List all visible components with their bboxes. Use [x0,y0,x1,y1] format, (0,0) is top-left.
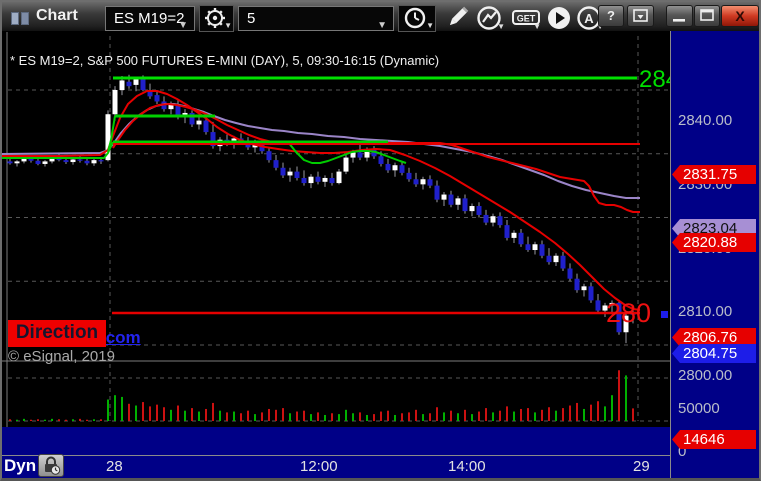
interval-dropdown[interactable]: 5 ▼ [238,6,394,31]
price-tag-red: 14646 [672,430,756,449]
price-axis-label: 2800.00 [678,367,733,384]
popout-button[interactable] [627,5,654,27]
time-axis[interactable]: Dyn 28 12:00 14:00 29 [2,427,670,478]
symbol-dropdown[interactable]: ES M19=2 ▼ [105,6,195,31]
settings-button[interactable]: ▼ [199,5,234,32]
time-axis-label: 28 [106,458,123,475]
line-tools-button[interactable]: ▼ [474,5,506,32]
price-axis-label: 2840.00 [678,112,733,129]
minimize-icon [673,19,685,22]
chevron-down-icon: ▼ [426,21,434,30]
chevron-down-icon: ▼ [497,22,505,31]
pencil-icon [449,6,469,26]
chart-plot-area[interactable] [2,31,670,427]
price-tag-red: 2820.88 [672,233,756,252]
draw-button[interactable] [442,5,472,32]
title-bar[interactable]: Chart ES M19=2 ▼ ▼ 5 ▼ ▼ ▼ GET ▼ A ? X [2,2,759,32]
window-title: Chart [36,7,78,24]
svg-text:A: A [584,11,594,26]
price-tag-blue: 2804.75 [672,344,756,363]
interval-value: 5 [247,10,256,27]
maximize-icon [700,9,714,21]
play-button[interactable] [545,5,573,32]
play-icon [548,7,570,29]
lock-clock-icon [45,456,61,475]
price-axis[interactable]: 2840.002830.002820.002810.002800.0050000… [670,31,759,478]
chart-window: Chart ES M19=2 ▼ ▼ 5 ▼ ▼ ▼ GET ▼ A ? X *… [0,0,761,481]
dyn-label: Dyn [4,456,37,475]
maximize-button[interactable] [694,5,720,27]
copyright-label: © eSignal, 2019 [8,348,115,365]
direction-label: Direction [8,320,106,347]
get-button[interactable]: GET ▼ [510,5,542,32]
close-button[interactable]: X [721,5,759,27]
chart-header-line: * ES M19=2, S&P 500 FUTURES E-MINI (DAY)… [10,53,440,68]
time-axis-label: 12:00 [300,458,338,475]
time-template-button[interactable]: ▼ [398,5,436,32]
time-axis-label: 14:00 [448,458,486,475]
symbol-value: ES M19=2 [114,10,185,27]
time-axis-border [2,455,670,456]
close-icon: X [735,8,745,24]
help-icon: ? [607,8,615,23]
price-axis-label: 50000 [678,400,720,417]
chevron-down-icon: ▼ [533,22,541,31]
price-tag-red: 2831.75 [672,165,756,184]
chevron-down-icon: ▼ [224,21,232,30]
chevron-down-icon: ▼ [377,20,387,31]
price-axis-label: 2810.00 [678,303,733,320]
popout-icon [633,9,648,22]
time-axis-label: 29 [633,458,650,475]
watermark-link[interactable]: .com [101,328,141,348]
time-lock-button[interactable] [38,454,64,477]
chevron-down-icon: ▼ [178,20,188,31]
chart-window-icon [11,12,31,25]
help-button[interactable]: ? [598,5,624,27]
minimize-button[interactable] [666,5,693,27]
